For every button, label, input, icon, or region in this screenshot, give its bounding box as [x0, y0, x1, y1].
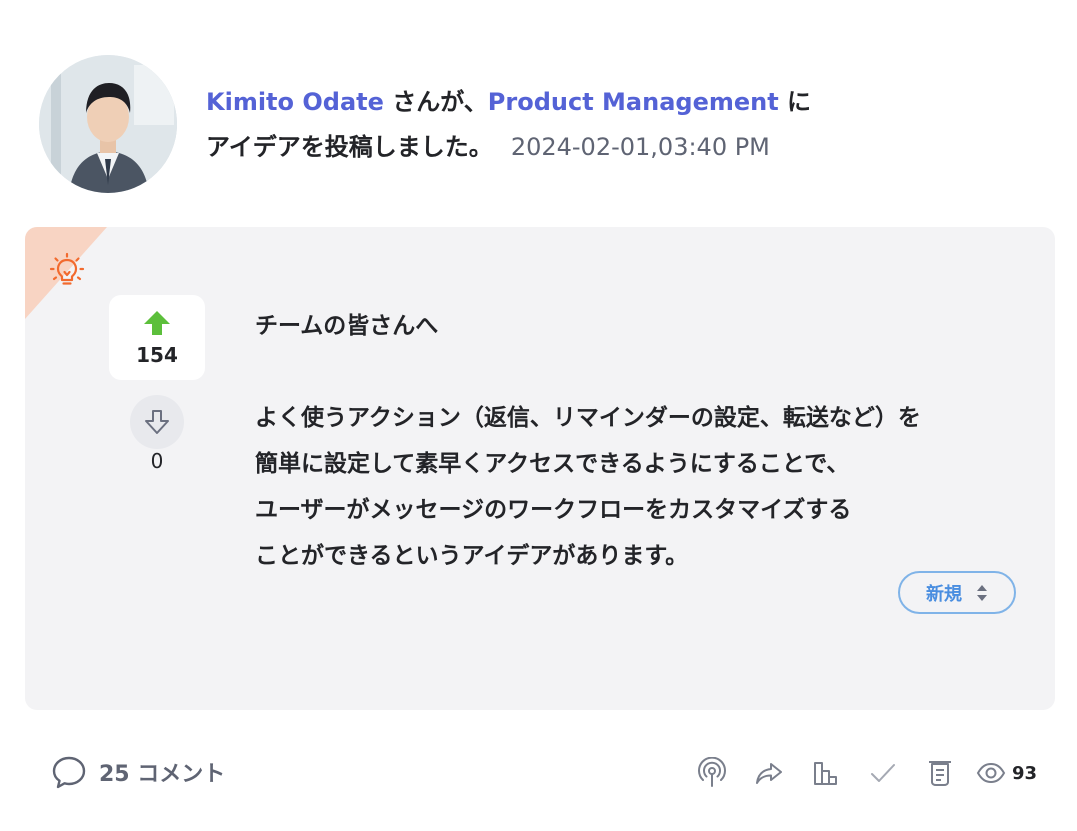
idea-line: ことができるというアイデアがあります。	[255, 543, 689, 569]
author-avatar[interactable]	[39, 55, 177, 193]
view-count: 93	[976, 758, 1037, 788]
idea-body: チームの皆さんへ よく使うアクション（返信、リマインダーの設定、転送など）を 簡…	[255, 303, 955, 579]
upvote-count: 154	[136, 343, 178, 367]
notes-icon	[929, 761, 951, 786]
idea-line: ユーザーがメッセージのワークフローをカスタマイズする	[255, 497, 852, 523]
arrow-up-icon	[144, 311, 170, 335]
podcast-icon	[698, 757, 726, 787]
idea-greeting: チームの皆さんへ	[255, 313, 439, 339]
comments-link[interactable]: 25 コメント	[51, 754, 225, 790]
header-connector: さんが、	[392, 88, 488, 116]
share-icon	[756, 763, 782, 784]
post-header: Kimito Odate さんが、Product Management に アイ…	[206, 80, 906, 170]
eye-icon	[976, 762, 1006, 784]
author-link[interactable]: Kimito Odate	[206, 88, 384, 116]
analytics-button[interactable]	[808, 755, 844, 791]
header-action: アイデアを投稿しました。	[206, 133, 493, 161]
sort-caret-icon	[977, 584, 987, 601]
podcast-button[interactable]	[694, 755, 730, 791]
downvote-button[interactable]	[130, 395, 184, 449]
idea-line: 簡単に設定して素早くアクセスできるようにすることで、	[255, 451, 850, 477]
arrow-down-icon	[145, 410, 169, 434]
group-link[interactable]: Product Management	[488, 88, 779, 116]
lightbulb-icon	[49, 252, 85, 285]
idea-card: 154 0 チームの皆さんへ よく使うアクション（返信、リマインダーの設定、転送…	[25, 227, 1055, 710]
comments-count: 25 コメント	[99, 762, 226, 787]
downvote-count: 0	[150, 449, 164, 473]
check-icon	[871, 764, 895, 782]
bar-chart-icon	[814, 762, 837, 785]
comment-bubble-icon	[52, 756, 86, 789]
share-button[interactable]	[751, 755, 787, 791]
post-timestamp: 2024-02-01,03:40 PM	[510, 133, 770, 161]
mark-done-button[interactable]	[865, 755, 901, 791]
upvote-button[interactable]: 154	[109, 295, 205, 380]
views-count: 93	[1012, 762, 1038, 784]
header-group-suffix: に	[778, 88, 812, 116]
status-label: 新規	[926, 583, 962, 605]
notes-button[interactable]	[922, 755, 958, 791]
idea-line: よく使うアクション（返信、リマインダーの設定、転送など）を	[255, 405, 921, 431]
post-actions: 93	[694, 755, 1037, 791]
status-dropdown[interactable]: 新規	[898, 571, 1016, 614]
